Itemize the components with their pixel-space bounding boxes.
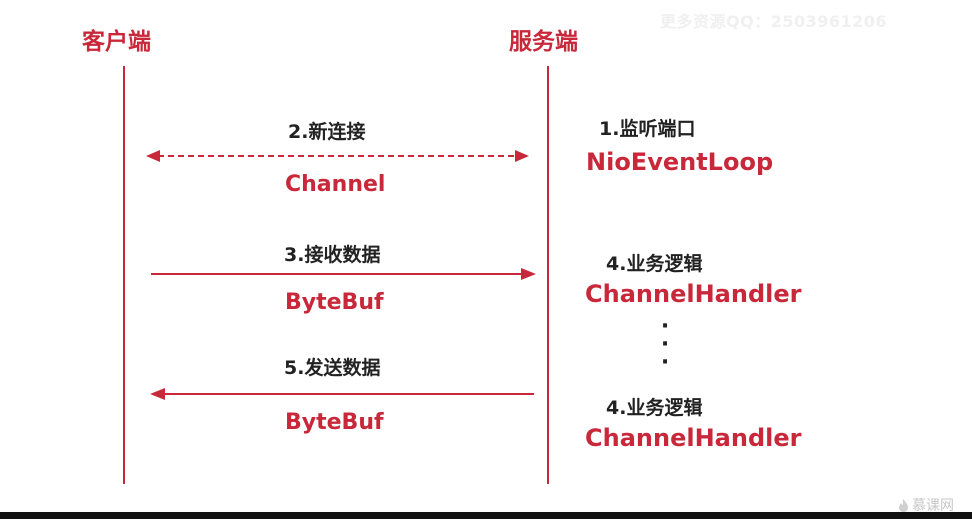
- bytebuf-send-label: ByteBuf: [285, 410, 384, 435]
- business-logic-label-1: 4.业务逻辑: [606, 253, 703, 275]
- send-data-label: 5.发送数据: [284, 357, 381, 379]
- diagram-lines: [123, 66, 549, 484]
- listen-port-label: 1.监听端口: [599, 118, 696, 140]
- channelhandler-label-1: ChannelHandler: [585, 280, 802, 308]
- receive-data-arrow: [151, 268, 536, 280]
- receive-data-label: 3.接收数据: [284, 244, 381, 266]
- channelhandler-label-2: ChannelHandler: [585, 424, 802, 452]
- bottom-bar: [0, 512, 972, 519]
- nioeventloop-label: NioEventLoop: [586, 148, 774, 176]
- flame-icon: [899, 498, 908, 512]
- sequence-diagram-slide: 更多资源QQ：2503961206 客户端 服务端 2.新连接 Channel …: [0, 0, 972, 519]
- new-connection-label: 2.新连接: [288, 121, 366, 143]
- business-logic-label-2: 4.业务逻辑: [606, 397, 703, 419]
- new-connection-arrow: [146, 150, 529, 162]
- bytebuf-receive-label: ByteBuf: [285, 290, 384, 315]
- send-data-arrow: [150, 388, 534, 400]
- ellipsis-dots: · · ·: [660, 314, 670, 375]
- channel-label: Channel: [285, 172, 386, 197]
